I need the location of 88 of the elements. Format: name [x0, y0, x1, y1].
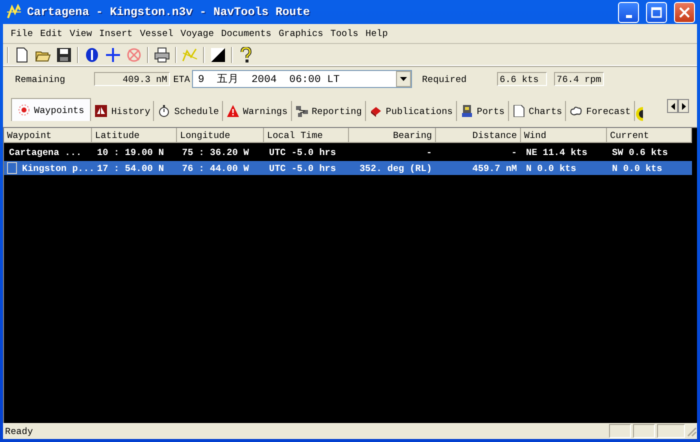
table-row[interactable]: Kingston p... 17 : 54.00 N 76 : 44.00 W UTC -5.0 hrs 352. deg (RL) 459.7 nM N 0.0 kts N 0.0 kts — [4, 161, 692, 175]
remaining-distance: 409.3 nM — [94, 72, 170, 86]
right-arrow-icon — [682, 102, 686, 110]
scroll-left-button[interactable] — [667, 99, 678, 113]
column-header[interactable]: Longitude — [177, 128, 264, 143]
table-cell: Cartagena ... — [9, 146, 82, 158]
menu-item[interactable]: Documents — [218, 28, 275, 39]
stopwatch-icon — [158, 105, 170, 117]
status-pane — [657, 424, 685, 438]
minimize-button[interactable] — [618, 2, 639, 22]
help-icon[interactable] — [238, 46, 254, 62]
required-label: Required — [422, 74, 467, 84]
save-icon[interactable] — [56, 46, 72, 62]
book-icon — [370, 105, 382, 117]
tab[interactable]: Reporting — [292, 101, 366, 121]
table-cell: UTC -5.0 hrs — [269, 146, 336, 158]
menu-item[interactable]: Edit — [36, 28, 66, 39]
required-rpm: 76.4 rpm — [554, 72, 604, 86]
contrast-icon[interactable] — [210, 46, 226, 62]
clouds-icon — [570, 105, 582, 117]
table-cell: 352. deg (RL) — [359, 162, 432, 174]
maximize-button[interactable] — [646, 2, 667, 22]
column-header[interactable]: Wind — [521, 128, 607, 143]
status-pane — [633, 424, 655, 438]
tab[interactable]: Charts — [508, 101, 566, 121]
tab[interactable]: Ports — [456, 101, 509, 121]
tab[interactable]: Schedule — [154, 101, 223, 121]
table-cell: UTC -5.0 hrs — [269, 162, 336, 174]
dropdown-arrow-icon[interactable] — [400, 77, 407, 81]
menu-item[interactable]: Graphics — [274, 28, 327, 39]
app-logo-icon — [6, 4, 22, 20]
column-header[interactable]: Bearing — [349, 128, 436, 143]
scroll-right-button[interactable] — [678, 99, 689, 113]
table-cell: N 0.0 kts — [526, 162, 576, 174]
new-document-icon[interactable] — [14, 46, 30, 62]
tab[interactable]: Warnings — [222, 101, 292, 121]
menu-item[interactable]: Tools — [326, 28, 362, 39]
status-pane — [609, 424, 631, 438]
column-header[interactable]: Latitude — [92, 128, 177, 143]
table-cell: - — [426, 146, 432, 158]
table-cell: 76 : 44.00 W — [182, 162, 249, 174]
maximize-icon — [651, 6, 662, 18]
eta-dropdown[interactable]: 9 五月 2004 06:00 LT — [192, 70, 412, 88]
remaining-label: Remaining — [15, 74, 66, 84]
table-cell: 459.7 nM — [472, 162, 517, 174]
tab[interactable]: Forecast — [566, 101, 635, 121]
required-speed: 6.6 kts — [496, 72, 547, 86]
menu-item[interactable]: Insert — [96, 28, 136, 39]
plus-icon[interactable] — [105, 46, 121, 62]
globe-icon — [634, 107, 643, 121]
minimize-icon — [626, 14, 632, 18]
table-cell: 10 : 19.00 N — [97, 146, 164, 158]
eta-label: ETA — [173, 74, 190, 84]
close-button[interactable] — [674, 2, 695, 22]
warning-icon — [226, 105, 239, 117]
table-cell: SW 0.6 kts — [612, 146, 668, 158]
info-icon[interactable] — [84, 46, 100, 62]
network-icon — [296, 105, 308, 117]
window-title: Cartagena - Kingston.n3v - NavTools Route — [27, 6, 311, 18]
target-icon — [18, 104, 30, 116]
resize-grip-icon[interactable] — [685, 425, 697, 437]
close-icon — [679, 6, 690, 18]
table-cell: Kingston p... — [22, 162, 95, 174]
column-header[interactable]: Distance — [436, 128, 521, 143]
left-arrow-icon — [670, 102, 674, 110]
tab[interactable]: Waypoints — [11, 98, 92, 121]
document-icon — [512, 105, 525, 117]
table-cell: - — [511, 146, 517, 158]
menu-item[interactable]: Help — [362, 28, 392, 39]
table-cell: NE 11.4 kts — [526, 146, 588, 158]
tab[interactable]: History — [91, 101, 154, 121]
menu-item[interactable]: File — [7, 28, 37, 39]
menu-item[interactable]: View — [66, 28, 96, 39]
table-row[interactable]: Cartagena ... 10 : 19.00 N 75 : 36.20 W UTC -5.0 hrs - - NE 11.4 kts SW 0.6 kts — [4, 145, 692, 159]
kiosk-icon — [460, 105, 473, 117]
print-icon[interactable] — [154, 46, 170, 62]
table-cell: 17 : 54.00 N — [97, 162, 164, 174]
column-header[interactable]: Waypoint — [4, 128, 92, 143]
menu-item[interactable]: Voyage — [176, 28, 218, 39]
table-cell: 75 : 36.20 W — [182, 146, 249, 158]
ship-icon — [95, 105, 108, 117]
menu-item[interactable]: Vessel — [136, 28, 177, 39]
column-header[interactable]: Local Time — [264, 128, 349, 143]
column-header[interactable]: Current — [607, 128, 692, 143]
focus-box — [7, 162, 17, 174]
status-text: Ready — [5, 426, 34, 436]
tab[interactable]: Publications — [366, 101, 457, 121]
table-cell: N 0.0 kts — [612, 162, 662, 174]
